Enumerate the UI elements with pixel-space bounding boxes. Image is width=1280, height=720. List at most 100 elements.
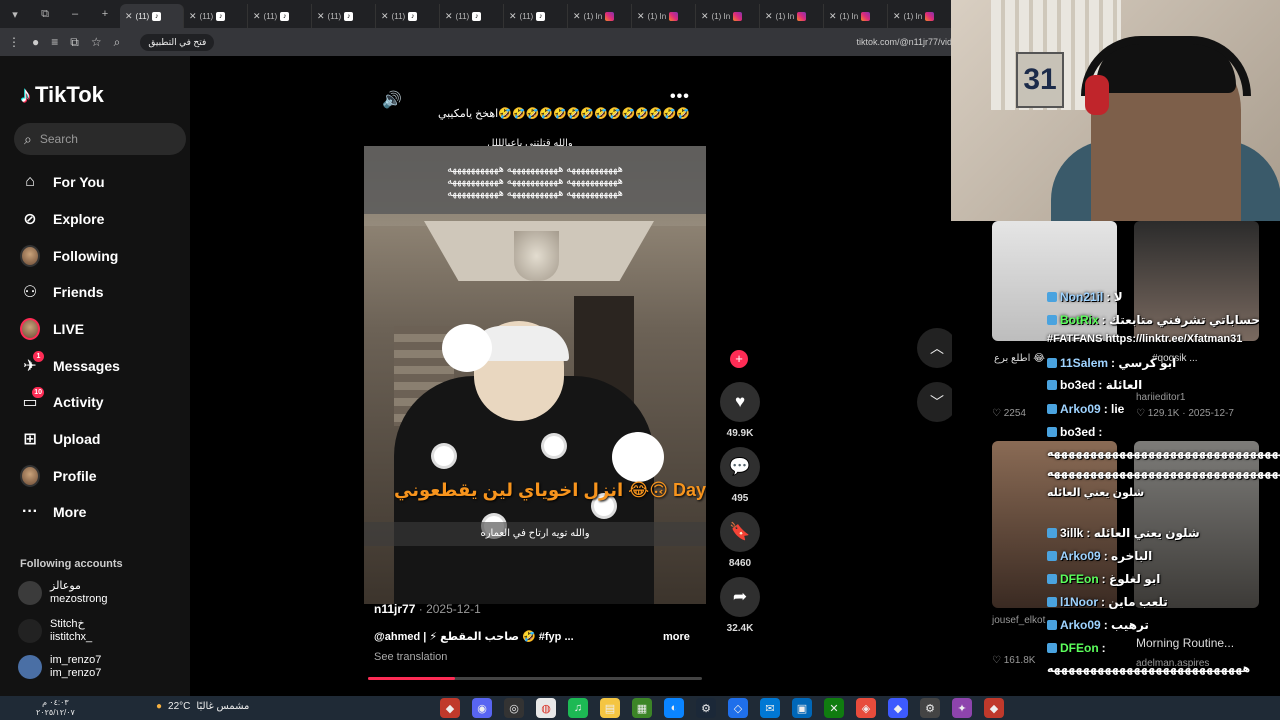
search-input[interactable]: ⌕ Search — [14, 123, 186, 155]
browser-tab[interactable]: ✕ (11) ♪ — [504, 4, 568, 28]
browser-tab[interactable]: ✕ (1) In — [824, 4, 888, 28]
close-tab-icon[interactable]: ✕ — [509, 11, 517, 22]
browser-tab[interactable]: ✕ (11) ♪ — [248, 4, 312, 28]
account-handle: iistitchx_ — [50, 631, 93, 643]
close-tab-icon[interactable]: ✕ — [189, 11, 197, 22]
heart-icon[interactable]: ♥ — [720, 382, 760, 422]
chrome-icon[interactable]: ◍ — [536, 698, 556, 718]
browser-tab[interactable]: ✕ (1) In — [632, 4, 696, 28]
more-options-icon[interactable]: ••• — [670, 88, 690, 106]
open-in-app-button[interactable]: فتح في التطبيق — [140, 33, 215, 51]
close-tab-icon[interactable]: ✕ — [893, 11, 901, 22]
browser-tab[interactable]: ✕ (1) In — [888, 4, 952, 28]
video-player[interactable]: هههههههههههه هههههههههههه هههههههههههه ه… — [364, 146, 706, 604]
next-video-button[interactable]: ﹀ — [917, 382, 957, 422]
minecraft-icon[interactable]: ▦ — [632, 698, 652, 718]
thumb-stat-value: 161.8K — [1003, 655, 1036, 666]
discord-icon[interactable]: ◉ — [472, 698, 492, 718]
video-progress-bar[interactable] — [368, 677, 702, 680]
settings-icon[interactable]: ⚙ — [920, 698, 940, 718]
previous-video-button[interactable]: ︿ — [917, 328, 957, 368]
bookmark-icon[interactable]: 🔖 — [720, 512, 760, 552]
close-tab-icon[interactable]: ✕ — [253, 11, 261, 22]
restore-icon[interactable]: ⧉ — [30, 0, 60, 28]
new-tab-button[interactable]: + — [90, 0, 120, 28]
bookmark-star-icon[interactable]: ☆ — [91, 35, 102, 49]
laugh-line: هههههههههههه هههههههههههه هههههههههههه — [447, 188, 623, 199]
search-lens-icon[interactable]: ⌕ — [114, 35, 121, 50]
like-action[interactable]: ♥ 49.9K — [718, 382, 762, 439]
vscode-icon[interactable]: ◇ — [728, 698, 748, 718]
app-icon-red[interactable]: ◈ — [856, 698, 876, 718]
steam-icon[interactable]: ⚙ — [696, 698, 716, 718]
nav-more[interactable]: ··· More — [20, 502, 86, 522]
profile-icon[interactable]: ● — [32, 35, 39, 49]
follow-plus-button[interactable]: + — [730, 350, 748, 368]
close-tab-icon[interactable]: ✕ — [701, 11, 709, 22]
browser-tab[interactable]: ✕ (1) In — [760, 4, 824, 28]
browser-tab[interactable]: ✕ (11) ♪ — [184, 4, 248, 28]
browser-tab[interactable]: ✕ (11) ♪ — [312, 4, 376, 28]
close-tab-icon[interactable]: ✕ — [765, 11, 773, 22]
app-icon-game2[interactable]: ◆ — [984, 698, 1004, 718]
see-translation-link[interactable]: See translation — [374, 651, 447, 663]
close-tab-icon[interactable]: ✕ — [637, 11, 645, 22]
close-tab-icon[interactable]: ✕ — [445, 11, 453, 22]
chat-badge-icon — [1047, 427, 1057, 437]
browser-tab[interactable]: ✕ (1) In — [568, 4, 632, 28]
nav-profile[interactable]: Profile — [20, 465, 97, 487]
thumb-author[interactable]: hariieditor1 — [1136, 391, 1185, 404]
close-tab-icon[interactable]: ✕ — [125, 11, 133, 22]
browser-tab[interactable]: ✕ (11) ♪ — [440, 4, 504, 28]
thumb-title[interactable]: Morning Routine... — [1136, 637, 1234, 650]
browser-tab[interactable]: ✕ (1) In — [696, 4, 760, 28]
nav-messages[interactable]: ✈ 1 Messages — [20, 351, 120, 376]
share-icon[interactable]: ➦ — [720, 577, 760, 617]
close-tab-icon[interactable]: ✕ — [317, 11, 325, 22]
taskbar-weather[interactable]: ● 22°C مشمس غالبًا — [156, 701, 249, 712]
nav-upload[interactable]: ⊞ Upload — [20, 429, 100, 449]
nav-for-you[interactable]: ⌂ For You — [20, 172, 104, 192]
following-account[interactable]: im_renzo7 im_renzo7 — [18, 654, 101, 680]
tiktok-logo[interactable]: ♪ TikTok — [20, 82, 104, 108]
xbox-icon[interactable]: ✕ — [824, 698, 844, 718]
url-field[interactable]: tiktok.com/@n11jr77/vid — [856, 37, 952, 47]
browser-tab[interactable]: ✕ (11) ♪ — [120, 4, 184, 28]
file-explorer-icon[interactable]: ▤ — [600, 698, 620, 718]
video-author[interactable]: n11jr77 · 2025-12-1 — [374, 602, 481, 616]
copilot-icon[interactable]: ✦ — [952, 698, 972, 718]
taskbar-clock[interactable]: ٠٤:٠٣ م ٢٠٢٥/١٢/٠٧ — [36, 698, 75, 718]
nav-activity[interactable]: ▭ 10 Activity — [20, 387, 104, 412]
nav-friends[interactable]: ⚇ Friends — [20, 282, 104, 302]
extensions-icon[interactable]: ⧉ — [70, 35, 79, 50]
tiktok-icon: ♪ — [472, 11, 482, 21]
save-action[interactable]: 🔖 8460 — [718, 512, 762, 569]
obs-icon[interactable]: ◎ — [504, 698, 524, 718]
browser-tab[interactable]: ✕ (11) ♪ — [376, 4, 440, 28]
author-name[interactable]: n11jr77 — [374, 602, 415, 616]
store-icon[interactable]: ▣ — [792, 698, 812, 718]
app-icon-game[interactable]: ◆ — [440, 698, 460, 718]
more-button[interactable]: more — [663, 631, 690, 643]
nav-following[interactable]: Following — [20, 245, 118, 267]
edge-icon[interactable]: ◐ — [664, 698, 684, 718]
comment-icon[interactable]: 💬 — [720, 447, 760, 487]
app-icon-blue[interactable]: ◆ — [888, 698, 908, 718]
comment-action[interactable]: 💬 495 — [718, 447, 762, 504]
thumb-author[interactable]: jousef_elkot — [992, 614, 1045, 627]
menu-dots-icon[interactable]: ⋮ — [8, 35, 20, 49]
minimize-icon[interactable]: – — [60, 0, 90, 28]
thumb-title[interactable]: اطلع برع 😂 — [994, 352, 1045, 365]
close-tab-icon[interactable]: ✕ — [381, 11, 389, 22]
close-tab-icon[interactable]: ✕ — [573, 11, 581, 22]
nav-live[interactable]: LIVE — [20, 318, 84, 340]
nav-explore[interactable]: ⊘ Explore — [20, 209, 104, 229]
close-tab-icon[interactable]: ✕ — [829, 11, 837, 22]
reading-list-icon[interactable]: ≡ — [51, 35, 58, 49]
tab-search-icon[interactable]: ▾ — [0, 0, 30, 28]
following-account[interactable]: Stitchخ iistitchx_ — [18, 618, 92, 644]
mail-icon[interactable]: ✉ — [760, 698, 780, 718]
spotify-icon[interactable]: ♫ — [568, 698, 588, 718]
following-account[interactable]: موعالز mezostrong — [18, 580, 107, 606]
share-action[interactable]: ➦ 32.4K — [718, 577, 762, 634]
